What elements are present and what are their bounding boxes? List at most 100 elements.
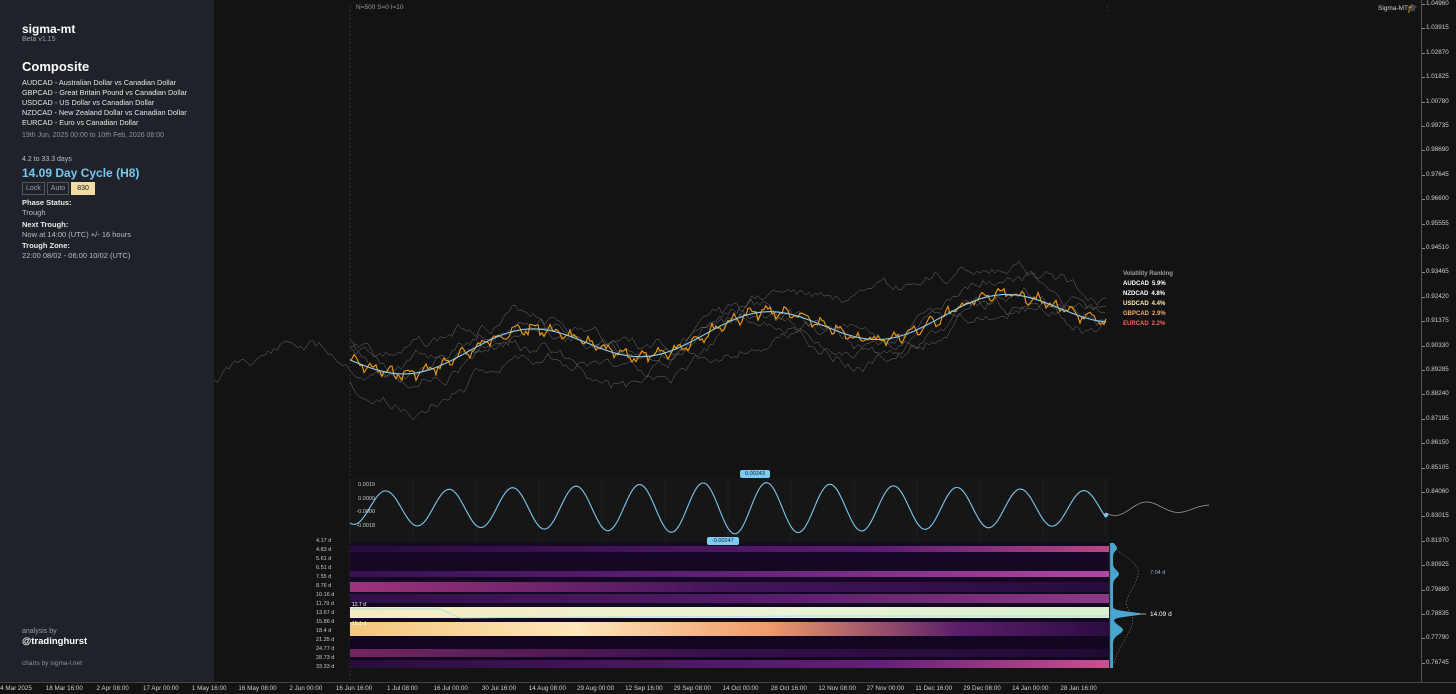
heatmap-band <box>350 649 1109 657</box>
volatility-pair: GBPCAD <box>1123 310 1150 317</box>
period-tick: 28.73 d <box>316 655 335 661</box>
price-tick: 0.81970 <box>1422 536 1449 544</box>
oscillator-peak-label: 0.00243 <box>740 470 770 478</box>
heatmap-band <box>350 622 1109 636</box>
heatmap-band <box>350 660 1109 668</box>
time-tick: 12 Nov 08:00 <box>818 685 856 692</box>
price-tick: 0.88240 <box>1422 390 1449 398</box>
period-tick: 4.17 d <box>316 538 332 544</box>
time-tick: 27 Nov 00:00 <box>866 685 905 692</box>
time-tick: 2 Jun 00:00 <box>289 685 323 692</box>
price-tick: 0.99735 <box>1422 122 1449 129</box>
price-tick: 0.89285 <box>1422 366 1449 373</box>
time-tick: 14 Jan 00:00 <box>1012 685 1049 692</box>
graduation-cap-icon[interactable]: 🎓 <box>1407 3 1418 14</box>
price-tick: 1.03915 <box>1422 24 1449 32</box>
period-tick: 18.4 d <box>316 628 332 634</box>
time-tick: 28 Jan 16:00 <box>1060 685 1097 692</box>
oscillator-current-marker <box>1103 512 1109 518</box>
period-tick: 15.86 d <box>316 619 335 625</box>
volatility-title: Volatility Ranking <box>1123 271 1173 277</box>
volatility-row: EURCAD 2.2% <box>1123 320 1173 330</box>
price-tick: 0.76745 <box>1422 658 1449 666</box>
time-tick: 17 Apr 00:00 <box>143 685 179 692</box>
time-tick: 29 Dec 08:00 <box>963 685 1001 692</box>
chart-canvas[interactable] <box>0 0 1421 682</box>
oscillator-tick: -0.0018 <box>356 523 375 529</box>
heatmap-band <box>350 594 1109 603</box>
heatmap-badge-lower: 15.1 d <box>352 621 366 627</box>
price-tick: 0.78835 <box>1422 610 1449 617</box>
price-tick: 0.86150 <box>1422 439 1449 447</box>
oscillator-tick: -0.0000 <box>356 509 375 515</box>
time-tick: 2 Apr 08:00 <box>96 685 129 692</box>
heatmap-band <box>350 582 1109 592</box>
volatility-row: NZDCAD 4.8% <box>1123 290 1173 300</box>
heatmap-band <box>350 546 1109 552</box>
price-axis[interactable]: 1.04960 1.03915 1.02870 1.01825 1.00780 0.997… <box>1421 0 1456 682</box>
price-tick: 0.93465 <box>1422 268 1449 276</box>
time-tick: 4 Mar 2025 <box>0 685 32 692</box>
period-tick: 13.67 d <box>316 610 335 616</box>
volatility-row: GBPCAD 2.9% <box>1123 310 1173 320</box>
price-tick: 0.95555 <box>1422 219 1449 227</box>
period-tick: 33.33 d <box>316 664 335 670</box>
price-tick: 0.91375 <box>1422 317 1449 325</box>
price-tick: 0.77790 <box>1422 634 1449 642</box>
time-tick: 1 Jul 08:00 <box>386 685 418 692</box>
price-tick: 1.02870 <box>1422 48 1449 56</box>
period-tick: 5.61 d <box>316 556 332 562</box>
period-tick: 4.83 d <box>316 547 332 553</box>
time-tick: 29 Sep 08:00 <box>673 685 711 692</box>
volatility-pair: AUDCAD <box>1123 280 1149 287</box>
price-tick: 0.83015 <box>1422 512 1449 520</box>
time-tick: 30 Jul 16:00 <box>481 685 517 692</box>
period-tick: 24.77 d <box>316 646 335 652</box>
volatility-pct: 2.2% <box>1151 320 1166 327</box>
time-tick: 16 May 08:00 <box>238 685 277 692</box>
volatility-pct: 4.4% <box>1151 300 1166 307</box>
price-tick: 0.85105 <box>1422 463 1449 471</box>
time-tick: 14 Oct 00:00 <box>722 685 759 692</box>
volatility-pct: 2.9% <box>1152 310 1166 317</box>
period-tick: 7.55 d <box>316 574 332 580</box>
price-tick: 0.97645 <box>1422 170 1449 178</box>
time-tick: 12 Sep 16:00 <box>625 685 663 692</box>
volatility-pair: EURCAD <box>1123 320 1149 327</box>
volatility-pair: NZDCAD <box>1123 290 1149 297</box>
volatility-pct: 4.8% <box>1151 290 1166 297</box>
time-tick: 18 Mar 16:00 <box>45 685 83 692</box>
price-tick: 0.94510 <box>1422 244 1449 251</box>
volatility-row: AUDCAD 5.9% <box>1123 280 1173 290</box>
price-tick: 0.87195 <box>1422 414 1449 422</box>
oscillator-tick: 0.0000 <box>358 496 375 502</box>
heatmap-panel <box>350 543 1109 668</box>
heatmap-badge-upper: 12.7 d <box>352 602 366 608</box>
period-tick: 6.51 d <box>316 565 332 571</box>
price-tick: 0.92420 <box>1422 292 1449 300</box>
parameter-readout: N=500 S=0 I=10 <box>356 4 404 11</box>
price-tick: 0.84060 <box>1422 488 1449 495</box>
time-tick: 14 Aug 08:00 <box>528 685 566 692</box>
price-tick: 1.01825 <box>1422 73 1449 81</box>
oscillator-trough-label: -0.00247 <box>707 537 739 545</box>
price-tick: 0.90330 <box>1422 341 1449 349</box>
period-tick: 10.16 d <box>316 592 335 598</box>
time-tick: 1 May 16:00 <box>191 685 227 692</box>
price-tick: 0.80925 <box>1422 561 1449 569</box>
time-tick: 16 Jun 16:00 <box>335 685 373 692</box>
price-tick: 0.96600 <box>1422 195 1449 203</box>
time-tick: 28 Oct 16:00 <box>770 685 807 692</box>
period-tick: 8.76 d <box>316 583 332 589</box>
time-tick: 11 Dec 16:00 <box>915 685 953 692</box>
period-tick: 11.79 d <box>316 601 334 607</box>
periodogram-peak-secondary: 7.04 d <box>1150 570 1166 576</box>
volatility-ranking: Volatility Ranking AUDCAD 5.9% NZDCAD 4.8%… <box>1123 270 1173 329</box>
price-tick: 0.98690 <box>1422 146 1449 154</box>
oscillator-panel <box>349 478 1209 541</box>
time-axis[interactable]: 4 Mar 2025 18 Mar 16:00 2 Apr 08:00 17 Apr … <box>0 682 1456 694</box>
oscillator-bg <box>350 478 1109 541</box>
volatility-pair: USDCAD <box>1123 300 1149 307</box>
brand-right-label: Sigma-MT <box>1378 5 1408 12</box>
price-tick: 1.04960 <box>1422 0 1449 7</box>
